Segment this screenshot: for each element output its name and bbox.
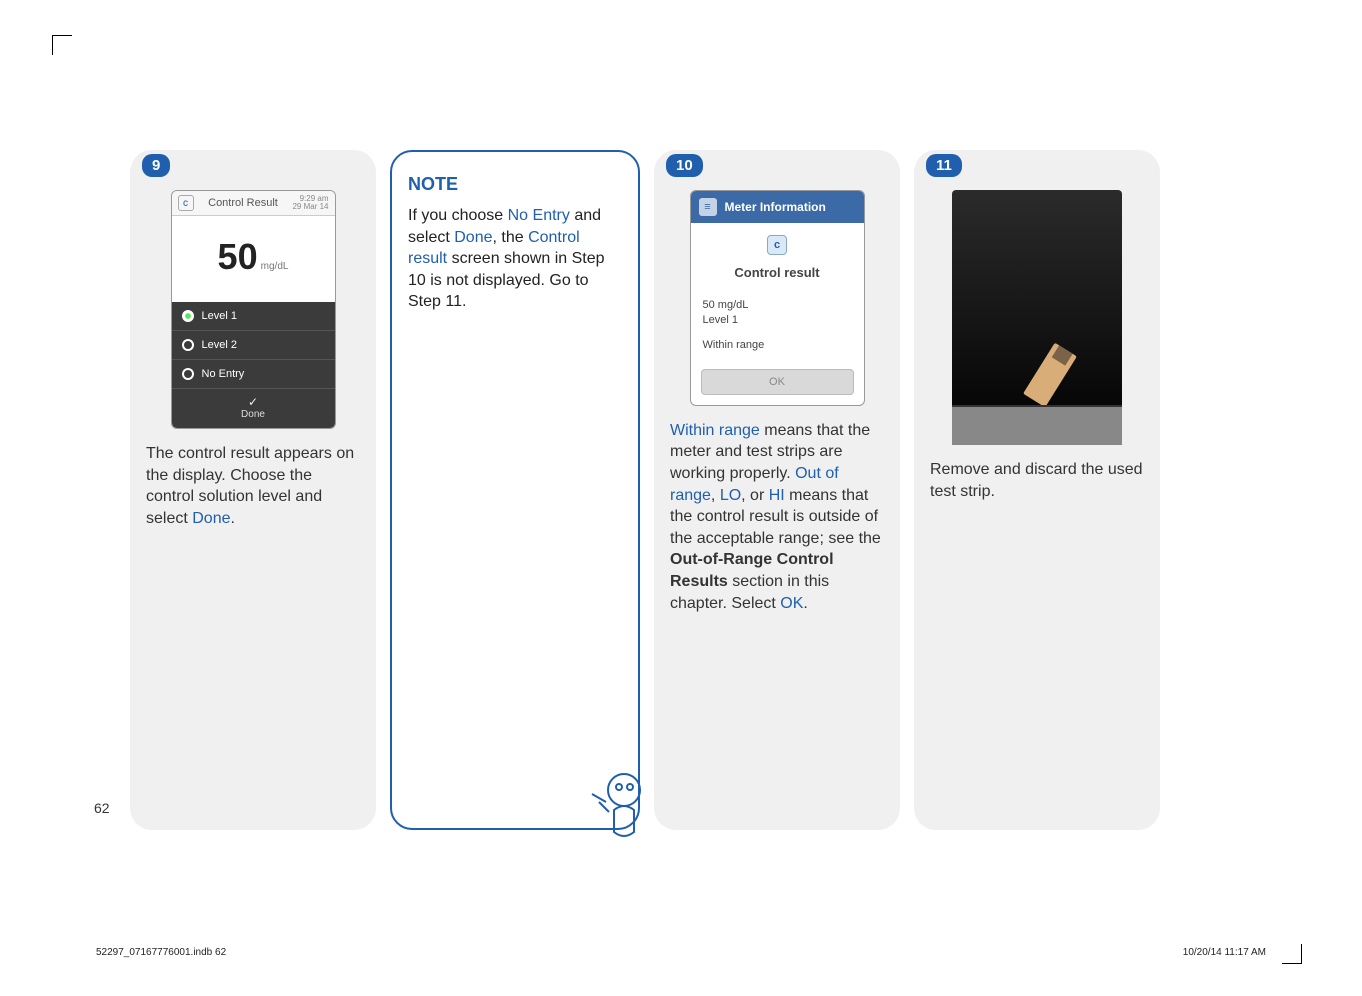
- note-text: If you choose No Entry and select Done, …: [408, 205, 622, 313]
- meter-range-status: Within range: [691, 339, 864, 363]
- t: Done: [454, 229, 492, 246]
- note-title: NOTE: [408, 174, 622, 195]
- test-strip: [1023, 343, 1077, 408]
- step-10-caption: Within range means that the meter and te…: [670, 420, 884, 614]
- meter-value-reading: 50 mg/dL: [703, 298, 852, 313]
- caption-text: .: [231, 510, 235, 527]
- option-label: Level 1: [202, 310, 237, 322]
- option-level2: Level 2: [172, 331, 335, 360]
- t: No Entry: [508, 207, 570, 224]
- meter-value-level: Level 1: [703, 313, 852, 328]
- meter-slot: [952, 405, 1122, 445]
- result-value: 50 mg/dL: [172, 216, 335, 302]
- phone-header: c Control Result 9:29 am 29 Mar 14: [172, 191, 335, 216]
- page-number: 62: [94, 800, 110, 816]
- caption-highlight: Done: [192, 510, 230, 527]
- step-badge-11: 11: [926, 154, 962, 177]
- step-10-panel: 10 ≡ Meter Information c Control result …: [654, 150, 900, 830]
- phone-title: Control Result: [208, 197, 278, 209]
- meter-header-title: Meter Information: [725, 200, 826, 214]
- step-9-panel: 9 c Control Result 9:29 am 29 Mar 14 50 …: [130, 150, 376, 830]
- step-badge-9: 9: [142, 154, 170, 177]
- radio-icon: [182, 339, 194, 351]
- done-label: Done: [172, 409, 335, 420]
- strip-removal-image: [952, 190, 1122, 445]
- step-11-panel: 11 Remove and discard the used test stri…: [914, 150, 1160, 830]
- meter-info-screen: ≡ Meter Information c Control result 50 …: [690, 190, 865, 406]
- page-content: 9 c Control Result 9:29 am 29 Mar 14 50 …: [130, 150, 1160, 830]
- t: HI: [769, 487, 785, 504]
- t: , the: [493, 229, 529, 246]
- mascot-icon: [584, 762, 656, 848]
- step-badge-10: 10: [666, 154, 703, 177]
- option-label: No Entry: [202, 368, 245, 380]
- value-unit: mg/dL: [261, 261, 289, 272]
- control-result-title: Control result: [701, 265, 854, 280]
- t: .: [803, 595, 807, 612]
- radio-icon: [182, 368, 194, 380]
- footer-file: 52297_07167776001.indb 62: [96, 947, 226, 958]
- radio-selected-icon: [182, 310, 194, 322]
- meter-header: ≡ Meter Information: [691, 191, 864, 223]
- t: OK: [780, 595, 803, 612]
- control-icon: c: [767, 235, 787, 255]
- option-label: Level 2: [202, 339, 237, 351]
- back-icon: c: [178, 195, 194, 211]
- t: Within range: [670, 422, 760, 439]
- ok-button: OK: [701, 369, 854, 395]
- meter-body: c Control result: [691, 223, 864, 298]
- menu-icon: ≡: [699, 198, 717, 216]
- option-no-entry: No Entry: [172, 360, 335, 389]
- crop-mark-bottom-right: [1282, 944, 1302, 964]
- footer-timestamp: 10/20/14 11:17 AM: [1183, 947, 1266, 958]
- t: , or: [741, 487, 769, 504]
- control-result-screen: c Control Result 9:29 am 29 Mar 14 50 mg…: [171, 190, 336, 429]
- crop-mark-top-left: [52, 35, 72, 55]
- done-button: ✓ Done: [172, 389, 335, 428]
- check-icon: ✓: [172, 395, 335, 409]
- caption-text: The control result appears on the displa…: [146, 445, 354, 527]
- time-bot: 29 Mar 14: [292, 202, 328, 211]
- option-level1: Level 1: [172, 302, 335, 331]
- value-number: 50: [218, 236, 258, 277]
- t: LO: [720, 487, 741, 504]
- note-panel: NOTE If you choose No Entry and select D…: [390, 150, 640, 830]
- phone-time: 9:29 am 29 Mar 14: [292, 195, 328, 211]
- t: If you choose: [408, 207, 508, 224]
- step-9-caption: The control result appears on the displa…: [146, 443, 360, 529]
- t: ,: [711, 487, 720, 504]
- step-11-caption: Remove and discard the used test strip.: [930, 459, 1144, 502]
- meter-values: 50 mg/dL Level 1: [691, 298, 864, 339]
